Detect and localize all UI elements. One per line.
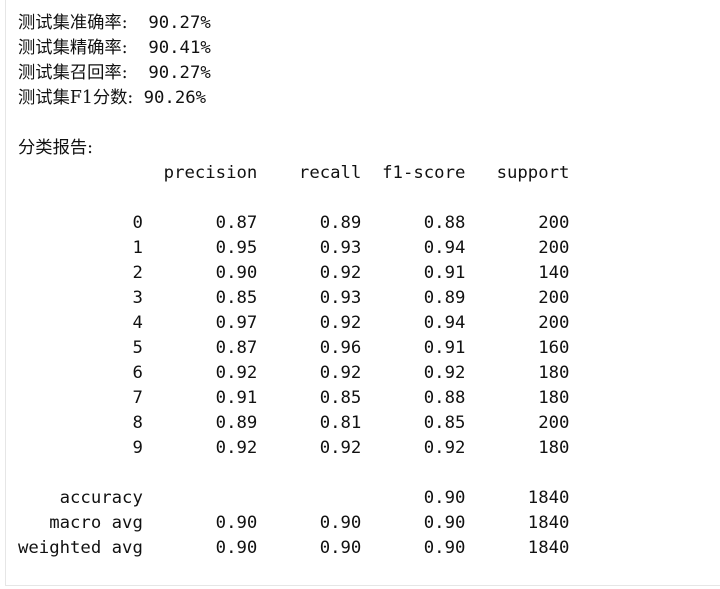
report-row-class-1: 1 0.95 0.93 0.94 200 bbox=[18, 238, 570, 258]
metric-accuracy: 测试集准确率: 90.27% bbox=[18, 11, 569, 36]
report-row-class-6: 6 0.92 0.92 0.92 180 bbox=[18, 363, 570, 383]
report-row-class-7: 7 0.91 0.85 0.88 180 bbox=[18, 388, 570, 408]
metric-label: 测试集F1分数: bbox=[18, 88, 134, 108]
metric-value: 90.27% bbox=[148, 63, 211, 83]
metric-gap bbox=[128, 13, 149, 33]
metric-value: 90.26% bbox=[143, 88, 207, 108]
report-row-macro-avg: macro avg 0.90 0.90 0.90 1840 bbox=[18, 513, 570, 533]
report-header: precision recall f1-score support bbox=[18, 163, 570, 183]
metric-label: 测试集准确率: bbox=[18, 13, 128, 33]
metric-label: 测试集精确率: bbox=[18, 38, 128, 58]
report-row-class-3: 3 0.85 0.93 0.89 200 bbox=[18, 288, 570, 308]
report-title: 分类报告: bbox=[18, 138, 93, 158]
metric-gap bbox=[133, 88, 143, 108]
console-output: 测试集准确率: 90.27% 测试集精确率: 90.41% 测试集召回率: 90.2… bbox=[18, 11, 569, 561]
report-row-class-0: 0 0.87 0.89 0.88 200 bbox=[18, 213, 570, 233]
report-row-class-4: 4 0.97 0.92 0.94 200 bbox=[18, 313, 570, 333]
cell-output-area: 测试集准确率: 90.27% 测试集精确率: 90.41% 测试集召回率: 90.2… bbox=[5, 0, 720, 586]
metric-gap bbox=[128, 63, 149, 83]
report-row-class-8: 8 0.89 0.81 0.85 200 bbox=[18, 413, 570, 433]
metric-value: 90.41% bbox=[148, 38, 211, 58]
report-row-accuracy: accuracy 0.90 1840 bbox=[18, 488, 570, 508]
metric-value: 90.27% bbox=[148, 13, 211, 33]
report-row-class-2: 2 0.90 0.92 0.91 140 bbox=[18, 263, 570, 283]
report-row-class-9: 9 0.92 0.92 0.92 180 bbox=[18, 438, 570, 458]
metric-label: 测试集召回率: bbox=[18, 63, 128, 83]
metric-f1: 测试集F1分数: 90.26% bbox=[18, 86, 569, 111]
metric-precision: 测试集精确率: 90.41% bbox=[18, 36, 569, 61]
report-row-weighted-avg: weighted avg 0.90 0.90 0.90 1840 bbox=[18, 538, 570, 558]
report-row-class-5: 5 0.87 0.96 0.91 160 bbox=[18, 338, 570, 358]
metric-gap bbox=[128, 38, 149, 58]
metric-recall: 测试集召回率: 90.27% bbox=[18, 61, 569, 86]
